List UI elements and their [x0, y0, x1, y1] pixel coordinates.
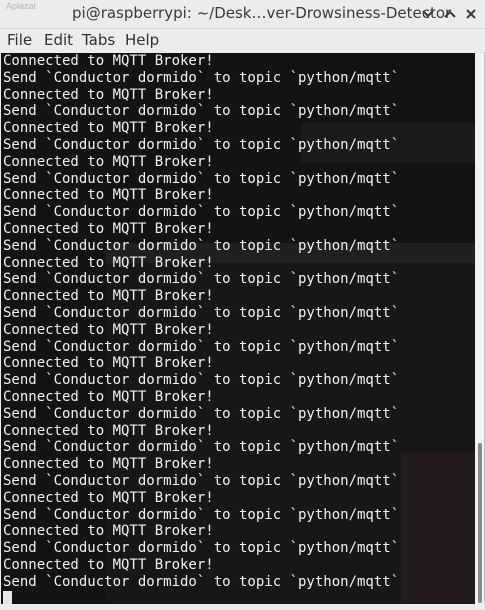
terminal-line: Send `Conductor dormido` to topic `pytho…: [3, 338, 400, 355]
menu-bar: File Edit Tabs Help: [0, 29, 485, 52]
terminal-line: Send `Conductor dormido` to topic `pytho…: [3, 506, 400, 523]
terminal-line: Connected to MQTT Broker!: [3, 422, 214, 439]
terminal-line: Connected to MQTT Broker!: [3, 321, 214, 338]
terminal-lines: Connected to MQTT Broker! Send `Conductor…: [3, 53, 475, 606]
menu-help[interactable]: Help: [125, 31, 159, 49]
terminal-line: Send `Conductor dormido` to topic `pytho…: [3, 405, 400, 422]
terminal-line: Connected to MQTT Broker!: [3, 523, 214, 540]
background-tab-label: Aplazar: [6, 1, 37, 11]
terminal-line: Send `Conductor dormido` to topic `pytho…: [3, 540, 400, 557]
terminal-line: Connected to MQTT Broker!: [3, 288, 214, 305]
terminal-line: Connected to MQTT Broker!: [3, 153, 214, 170]
terminal-line: Connected to MQTT Broker!: [3, 355, 214, 372]
terminal-output[interactable]: Connected to MQTT Broker! Send `Conductor…: [1, 53, 475, 606]
terminal-line: Send `Conductor dormido` to topic `pytho…: [3, 103, 400, 120]
chevron-down-icon[interactable]: [418, 4, 438, 24]
chevron-up-icon[interactable]: [440, 4, 460, 24]
terminal-line: Send `Conductor dormido` to topic `pytho…: [3, 573, 400, 590]
terminal-line: Connected to MQTT Broker!: [3, 489, 214, 506]
terminal-line: Send `Conductor dormido` to topic `pytho…: [3, 304, 400, 321]
terminal-scrollbar[interactable]: [476, 53, 484, 606]
title-bar[interactable]: Aplazar pi@raspberrypi: ~/Desk…ver-Drows…: [0, 0, 485, 29]
terminal-line: Send `Conductor dormido` to topic `pytho…: [3, 69, 400, 86]
menu-edit[interactable]: Edit: [44, 31, 73, 49]
background-status-strip: [0, 604, 485, 610]
terminal-line: Connected to MQTT Broker!: [3, 556, 214, 573]
terminal-line: Send `Conductor dormido` to topic `pytho…: [3, 271, 400, 288]
terminal-line: Send `Conductor dormido` to topic `pytho…: [3, 136, 400, 153]
close-icon[interactable]: [461, 4, 481, 24]
window-title: pi@raspberrypi: ~/Desk…ver-Drowsiness-De…: [72, 4, 452, 22]
terminal-window: Aplazar pi@raspberrypi: ~/Desk…ver-Drows…: [0, 0, 485, 610]
terminal-line: Connected to MQTT Broker!: [3, 456, 214, 473]
terminal-line: Connected to MQTT Broker!: [3, 220, 214, 237]
terminal-line: Send `Conductor dormido` to topic `pytho…: [3, 237, 400, 254]
menu-tabs[interactable]: Tabs: [82, 31, 115, 49]
terminal-line: Send `Conductor dormido` to topic `pytho…: [3, 204, 400, 221]
terminal-line: Connected to MQTT Broker!: [3, 120, 214, 137]
terminal-line: Connected to MQTT Broker!: [3, 53, 214, 69]
terminal-line: Connected to MQTT Broker!: [3, 254, 214, 271]
scrollbar-thumb[interactable]: [478, 443, 482, 603]
terminal-line: Connected to MQTT Broker!: [3, 187, 214, 204]
terminal-line: Connected to MQTT Broker!: [3, 388, 214, 405]
terminal-line: Send `Conductor dormido` to topic `pytho…: [3, 439, 400, 456]
terminal-line: Send `Conductor dormido` to topic `pytho…: [3, 170, 400, 187]
terminal-line: Connected to MQTT Broker!: [3, 86, 214, 103]
terminal-line: Send `Conductor dormido` to topic `pytho…: [3, 472, 400, 489]
terminal-line: Send `Conductor dormido` to topic `pytho…: [3, 372, 400, 389]
menu-file[interactable]: File: [7, 31, 32, 49]
